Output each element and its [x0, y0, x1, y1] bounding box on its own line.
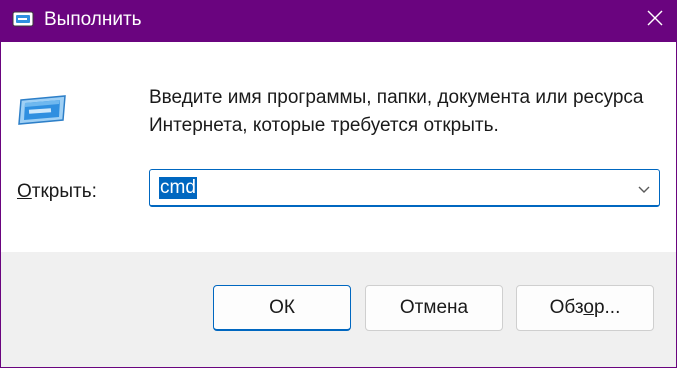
run-dialog-icon: [12, 10, 34, 28]
title-bar: Выполнить: [0, 0, 677, 42]
chevron-down-icon[interactable]: [637, 182, 651, 193]
browse-button[interactable]: Обзор...: [516, 285, 654, 331]
ok-button[interactable]: ОК: [213, 285, 351, 331]
browse-label-start: Обз: [549, 297, 584, 318]
window-title: Выполнить: [44, 9, 142, 30]
button-bar: ОК Отмена Обзор...: [1, 252, 676, 367]
open-label-text: ткрыть:: [31, 181, 97, 202]
browse-label-accelerator: о: [583, 297, 594, 318]
open-input-value[interactable]: cmd: [159, 177, 197, 199]
run-program-icon: [15, 90, 69, 130]
instruction-text: Введите имя программы, папки, документа …: [149, 87, 644, 136]
open-label-accelerator: О: [17, 181, 32, 202]
cancel-button[interactable]: Отмена: [365, 285, 503, 331]
browse-label-end: р...: [593, 297, 621, 318]
close-icon: [647, 10, 663, 26]
run-dialog-window: Выполнить Введите имя программы, папки, …: [0, 0, 677, 368]
dialog-content: Введите имя программы, папки, документа …: [1, 42, 676, 252]
open-label: Открыть:: [17, 180, 97, 204]
open-combobox[interactable]: cmd: [149, 169, 660, 207]
close-button[interactable]: [631, 0, 677, 40]
